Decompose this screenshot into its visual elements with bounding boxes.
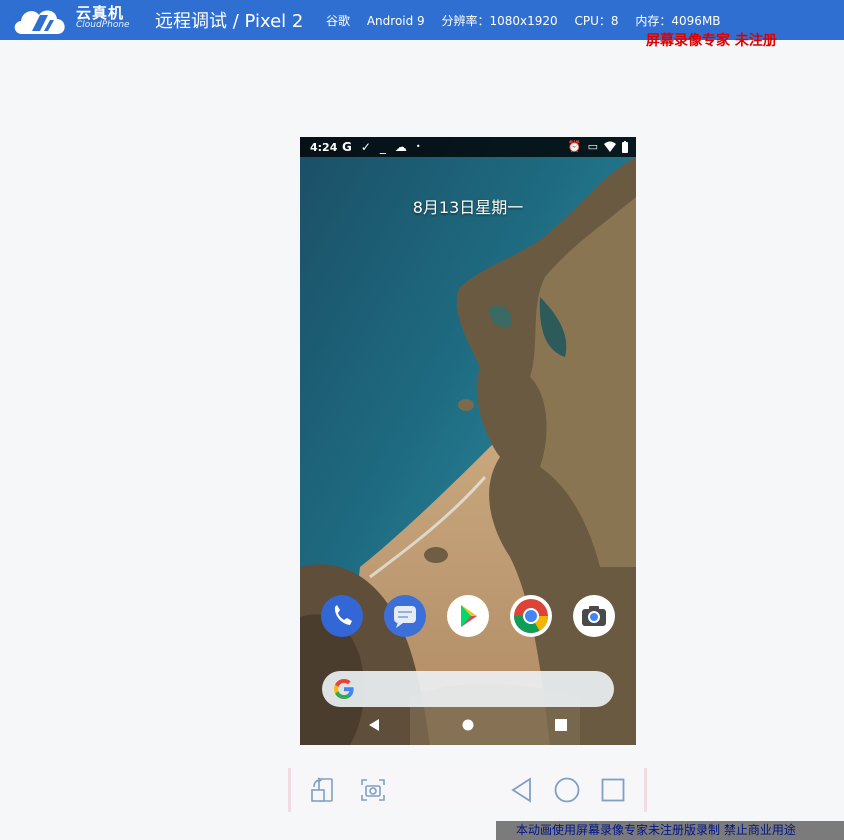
android-navbar [300,711,636,745]
screenshot-icon[interactable] [359,776,387,804]
recents-icon[interactable] [599,776,627,804]
spec-maker: 谷歌 [326,14,351,28]
back-icon[interactable] [368,719,380,731]
status-bar: 4:24 G ✓ _ ☁ • ⏰ ▭ [300,137,636,157]
cloud-logo-icon [14,10,65,34]
google-search-bar[interactable] [322,671,614,707]
wifi-icon [604,141,616,152]
cast-icon: ▭ [587,140,598,153]
camera-app-icon[interactable] [573,595,615,637]
watermark-top: 屏幕录像专家 未注册 [646,33,777,49]
spec-memory: 内存：4096MB [635,14,721,28]
brand-subtitle: CloudPhone [76,20,130,30]
status-time: 4:24 [310,141,338,154]
checkmark-icon: ✓ [360,140,371,154]
page-title: 远程调试 / Pixel 2 [155,11,304,32]
spec-os: Android 9 [366,14,425,28]
back-icon[interactable] [508,776,536,804]
dot-icon: • [415,142,421,151]
app-dock [300,595,636,641]
google-g-icon [334,679,354,699]
device-screen[interactable]: 4:24 G ✓ _ ☁ • ⏰ ▭ 8月13日星期一 [300,137,636,745]
rotate-icon[interactable] [309,776,337,804]
recents-icon[interactable] [555,719,567,731]
wallpaper [300,137,636,745]
cloud-icon: ☁ [394,140,407,154]
dash-icon: _ [379,140,386,154]
phone-app-icon[interactable] [321,595,363,637]
alarm-icon: ⏰ [567,140,582,153]
lockscreen-date: 8月13日星期一 [412,198,524,217]
control-bar [288,768,647,812]
spec-cpu: CPU：8 [574,14,619,28]
messages-app-icon[interactable] [384,595,426,637]
spec-resolution: 分辨率：1080x1920 [441,14,558,28]
home-icon[interactable] [553,776,581,804]
device-specs: 谷歌 Android 9 分辨率：1080x1920 CPU：8 内存：4096… [326,12,734,29]
google-icon: G [342,140,352,154]
battery-icon [622,141,628,153]
play-store-app-icon[interactable] [447,595,489,637]
watermark-bottom: 本动画使用屏幕录像专家未注册版录制 禁止商业用途 [496,821,844,840]
chrome-app-icon[interactable] [510,595,552,637]
home-icon[interactable] [462,719,474,731]
